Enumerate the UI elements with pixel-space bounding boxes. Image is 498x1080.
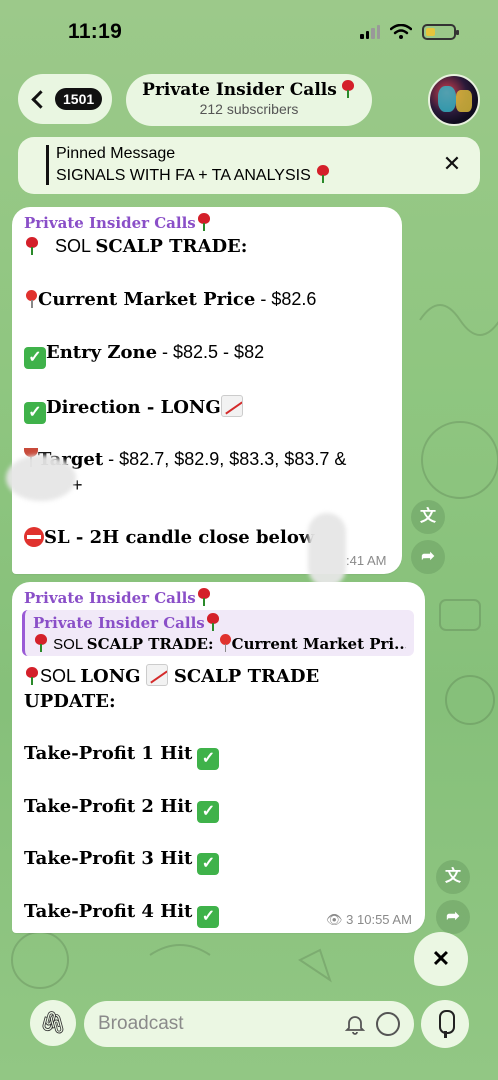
back-chevron-icon (31, 89, 50, 109)
quote-bold: SCALP TRADE: (86, 635, 214, 653)
blur-overlay (6, 455, 76, 501)
channel-title-row: Private Insider Calls (126, 80, 372, 100)
target-value: - $82.7, $82.9, $83.3, $83.7 & (103, 449, 347, 469)
tp-line: Take-Profit 2 Hit ✓ (24, 796, 220, 823)
pinned-indicator (46, 145, 49, 185)
message-bubble[interactable]: Private Insider Calls SOL SCALP TRADE: C… (6, 207, 402, 587)
status-icons (360, 24, 459, 40)
translate-icon[interactable]: 文 (436, 860, 470, 894)
tp-line: Take-Profit 3 Hit ✓ (24, 848, 220, 875)
check-icon: ✓ (197, 748, 220, 770)
entry-value: - $82.5 - $82 (157, 342, 265, 362)
pinned-message-bar[interactable]: Pinned Message SIGNALS WITH FA + TA ANAL… (18, 137, 480, 194)
rose-icon (33, 634, 49, 652)
check-icon: ✓ (197, 906, 220, 928)
quote-text: SOL SCALP TRADE: Current Market Pri... (33, 634, 406, 653)
chart-up-icon (220, 395, 243, 417)
timer-icon[interactable] (376, 1012, 400, 1036)
sl-label: SL - 2H candle close below (44, 527, 315, 548)
update-plain: SOL (40, 666, 81, 686)
quote-sender: Private Insider Calls (33, 613, 406, 632)
update-title: SOL LONG SCALP TRADE (24, 664, 319, 687)
message-bubble[interactable]: Private Insider Calls Private Insider Ca… (12, 582, 425, 933)
rose-icon (205, 613, 221, 631)
subscriber-count: 212 subscribers (199, 101, 299, 117)
direction-label: Direction - LONG (46, 397, 221, 418)
mic-icon[interactable] (421, 1000, 469, 1048)
wifi-icon (390, 24, 412, 39)
tp-line: Take-Profit 1 Hit ✓ (24, 743, 220, 770)
rose-icon (315, 165, 331, 183)
tp-text: Take-Profit 3 Hit (24, 848, 193, 869)
blur-overlay (308, 513, 346, 587)
update-bold: SCALP TRADE (167, 666, 320, 687)
close-icon[interactable]: ✕ (442, 153, 462, 175)
update-line2: UPDATE: (24, 691, 116, 712)
bell-icon[interactable] (344, 1013, 366, 1035)
stop-loss-line: SL - 2H candle close below (24, 527, 314, 548)
channel-avatar[interactable] (428, 74, 480, 126)
pinned-text: SIGNALS WITH FA + TA ANALYSIS (56, 167, 311, 184)
quote-sender-name: Private Insider Calls (33, 614, 205, 632)
tp-text: Take-Profit 1 Hit (24, 743, 193, 764)
channel-name: Private Insider Calls (142, 80, 337, 100)
scroll-to-bottom-button[interactable]: ✕ (414, 932, 468, 986)
check-icon: ✓ (197, 801, 220, 823)
pinned-text-row: SIGNALS WITH FA + TA ANALYSIS (56, 165, 466, 185)
status-bar: 11:19 (0, 0, 498, 66)
reply-quote[interactable]: Private Insider Calls SOL SCALP TRADE: C… (22, 610, 414, 656)
sender-name: Private Insider Calls (24, 214, 196, 232)
status-time: 11:19 (68, 20, 123, 43)
rose-icon (24, 237, 40, 255)
title-bold: SCALP TRADE: (95, 236, 248, 257)
broadcast-input[interactable] (98, 1001, 338, 1047)
pin-icon (24, 290, 38, 308)
rose-icon (196, 213, 212, 231)
check-icon: ✓ (24, 347, 46, 369)
update-long: LONG (80, 666, 141, 687)
unread-count-badge: 1501 (55, 88, 103, 110)
pinned-title: Pinned Message (56, 145, 176, 162)
forward-icon[interactable]: ➦ (436, 900, 470, 934)
quote-rest: Current Market Pri... (231, 635, 406, 653)
sender-name: Private Insider Calls (24, 589, 196, 607)
rose-icon (340, 80, 356, 98)
battery-icon (422, 24, 459, 40)
price-value: - $82.6 (255, 289, 317, 309)
attach-icon[interactable]: 🖇 (30, 1000, 76, 1046)
quote-plain: SOL (49, 636, 87, 653)
tp-text: Take-Profit 2 Hit (24, 796, 193, 817)
check-icon: ✓ (197, 853, 220, 875)
entry-label: Entry Zone (46, 342, 158, 363)
trade-title: SOL SCALP TRADE: (24, 236, 247, 257)
cellular-signal-icon (360, 25, 380, 39)
message-input-field[interactable] (84, 1001, 414, 1047)
title-plain: SOL (55, 236, 96, 256)
forward-icon[interactable]: ➦ (411, 540, 445, 574)
message-sender: Private Insider Calls (24, 588, 212, 607)
channel-header[interactable]: Private Insider Calls 212 subscribers (126, 74, 372, 126)
rose-icon (24, 667, 40, 685)
translate-icon[interactable]: 文 (411, 500, 445, 534)
direction-line: ✓ Direction - LONG (24, 395, 243, 424)
message-sender: Private Insider Calls (24, 213, 212, 232)
target-line: Target - $82.7, $82.9, $83.3, $83.7 & (24, 448, 346, 470)
entry-zone-line: ✓ Entry Zone - $82.5 - $82 (24, 342, 264, 369)
message-meta: 👁 3 10:55 AM (326, 912, 412, 928)
message-time: :41 AM (346, 553, 387, 568)
pin-icon (218, 634, 232, 652)
view-count: 3 (346, 912, 354, 927)
chart-up-icon (145, 664, 168, 686)
rose-icon (196, 588, 212, 606)
eye-icon: 👁 (326, 912, 343, 927)
check-icon: ✓ (24, 402, 46, 424)
tp-text: Take-Profit 4 Hit (24, 901, 193, 922)
price-label: Current Market Price (38, 289, 256, 310)
no-entry-icon (24, 527, 44, 547)
message-time: 10:55 AM (357, 912, 412, 927)
tp-line: Take-Profit 4 Hit ✓ (24, 901, 220, 928)
back-button[interactable]: 1501 (18, 74, 112, 124)
current-price-line: Current Market Price - $82.6 (24, 289, 316, 310)
